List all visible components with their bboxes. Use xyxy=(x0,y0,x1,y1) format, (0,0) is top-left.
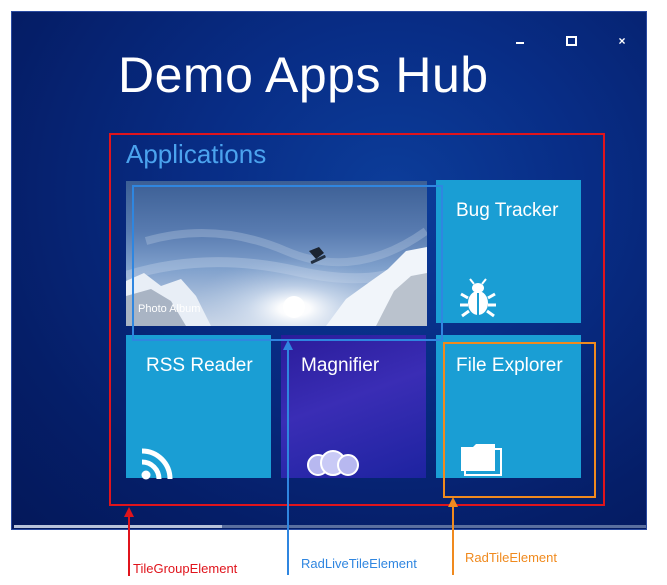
tile-group-arrowhead xyxy=(124,507,134,517)
magnifier-tile[interactable]: Magnifier xyxy=(281,335,426,478)
rss-reader-label: RSS Reader xyxy=(146,355,253,376)
photo-album-tile[interactable]: Photo Album xyxy=(126,181,427,326)
bug-tracker-label: Bug Tracker xyxy=(456,200,559,221)
horizontal-scrollbar[interactable] xyxy=(14,525,646,528)
file-explorer-label: File Explorer xyxy=(456,355,563,376)
magnifier-icon xyxy=(307,450,359,476)
close-icon[interactable]: × xyxy=(612,32,632,50)
scrollbar-thumb[interactable] xyxy=(14,525,222,528)
live-tile-annotation: RadLiveTileElement xyxy=(301,556,417,571)
tile-group-annotation: TileGroupElement xyxy=(133,561,238,576)
photo-album-label: Photo Album xyxy=(138,303,201,315)
live-tile-arrow xyxy=(287,346,289,575)
magnifier-label: Magnifier xyxy=(301,355,380,376)
rad-tile-annotation: RadTileElement xyxy=(465,550,558,565)
tile-group-arrow xyxy=(128,513,130,576)
rad-tile-arrow xyxy=(452,503,454,575)
live-tile-arrowhead xyxy=(283,340,293,350)
rad-tile-arrowhead xyxy=(448,497,458,507)
maximize-icon[interactable] xyxy=(561,32,581,50)
rss-icon xyxy=(141,448,173,480)
rss-reader-tile[interactable]: RSS Reader xyxy=(126,335,271,480)
file-explorer-tile[interactable]: File Explorer xyxy=(436,335,581,478)
tile-group-label: Applications xyxy=(126,139,267,169)
app-title: Demo Apps Hub xyxy=(118,47,489,103)
bug-icon xyxy=(460,278,496,318)
bug-tracker-tile[interactable]: Bug Tracker xyxy=(436,180,581,323)
folder-icon xyxy=(461,444,502,476)
